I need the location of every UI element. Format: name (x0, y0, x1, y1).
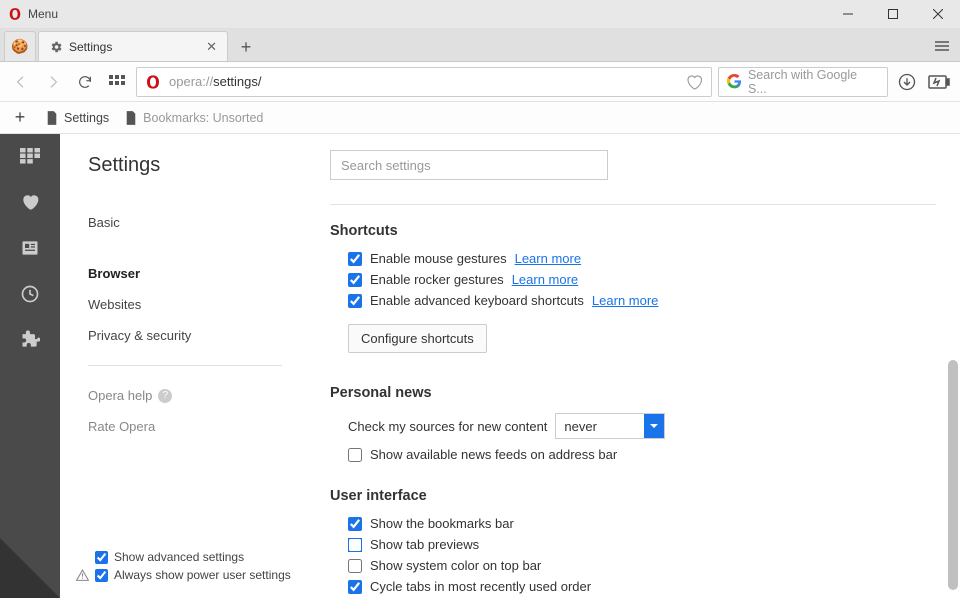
extensions-sidebar-icon[interactable] (20, 330, 40, 350)
page-icon (46, 111, 58, 125)
page-icon (125, 111, 137, 125)
learn-more-link[interactable]: Learn more (512, 272, 578, 287)
checkbox-keyboard-shortcuts[interactable]: Enable advanced keyboard shortcuts Learn… (348, 293, 936, 308)
speed-dial-sidebar-icon[interactable] (20, 146, 40, 166)
help-icon: ? (158, 389, 172, 403)
checkbox-tab-previews[interactable]: Show tab previews (348, 537, 936, 552)
opera-icon (145, 74, 161, 90)
configure-shortcuts-button[interactable]: Configure shortcuts (348, 324, 487, 353)
settings-content: Shortcuts Enable mouse gestures Learn mo… (310, 134, 960, 598)
learn-more-link[interactable]: Learn more (592, 293, 658, 308)
history-sidebar-icon[interactable] (20, 284, 40, 304)
title-bar: Menu (0, 0, 960, 28)
search-field[interactable]: Search with Google S... (718, 67, 888, 97)
checkbox-mouse-gestures[interactable]: Enable mouse gestures Learn more (348, 251, 936, 266)
bookmark-heart-icon[interactable] (685, 73, 703, 91)
sidebar-decoration (0, 538, 60, 598)
search-settings-input[interactable] (330, 150, 608, 180)
tab-close-icon[interactable]: ✕ (206, 39, 217, 55)
new-tab-button[interactable]: + (232, 33, 260, 61)
bookmarks-bar: + Settings Bookmarks: Unsorted (0, 102, 960, 134)
learn-more-link[interactable]: Learn more (515, 251, 581, 266)
downloads-button[interactable] (894, 69, 920, 95)
nav-browser[interactable]: Browser (88, 258, 310, 289)
speed-dial-button[interactable] (104, 69, 130, 95)
check-sources-select[interactable]: never (555, 413, 665, 439)
maximize-button[interactable] (870, 0, 915, 28)
tab-strip: 🍪 Settings ✕ + (0, 28, 960, 62)
page-title: Settings (88, 154, 310, 177)
window-title: Menu (28, 7, 825, 21)
check-sources-label: Check my sources for new content (348, 419, 547, 434)
news-sidebar-icon[interactable] (20, 238, 40, 258)
checkbox-rocker-gestures[interactable]: Enable rocker gestures Learn more (348, 272, 936, 287)
url-field[interactable]: opera://settings/ (136, 67, 712, 97)
section-shortcuts-title: Shortcuts (330, 223, 936, 239)
tab-settings[interactable]: Settings ✕ (38, 31, 228, 61)
reload-button[interactable] (72, 69, 98, 95)
checkbox-bookmarks-bar[interactable]: Show the bookmarks bar (348, 516, 936, 531)
section-news-title: Personal news (330, 385, 936, 401)
pinned-tab[interactable]: 🍪 (4, 31, 36, 61)
minimize-button[interactable] (825, 0, 870, 28)
opera-logo-icon (8, 7, 22, 21)
address-bar: opera://settings/ Search with Google S..… (0, 62, 960, 102)
bookmark-item-settings[interactable]: Settings (46, 111, 109, 125)
scrollbar[interactable] (948, 360, 958, 590)
show-power-user-checkbox[interactable]: Always show power user settings (76, 568, 298, 582)
section-ui-title: User interface (330, 488, 936, 504)
show-advanced-checkbox[interactable]: Show advanced settings (76, 550, 298, 564)
bookmark-item-unsorted[interactable]: Bookmarks: Unsorted (125, 111, 263, 125)
warning-icon (76, 569, 89, 582)
tab-menu-button[interactable] (924, 31, 960, 61)
sidebar (0, 134, 60, 598)
nav-websites[interactable]: Websites (88, 289, 310, 320)
search-placeholder: Search with Google S... (748, 68, 879, 96)
checkbox-system-color[interactable]: Show system color on top bar (348, 558, 936, 573)
url-path: settings/ (213, 74, 261, 89)
add-bookmark-button[interactable]: + (10, 107, 30, 128)
tab-label: Settings (69, 40, 112, 54)
nav-privacy[interactable]: Privacy & security (88, 320, 310, 351)
settings-nav: Settings Basic Browser Websites Privacy … (60, 134, 310, 598)
battery-button[interactable] (926, 69, 952, 95)
nav-rate[interactable]: Rate Opera (88, 411, 310, 442)
google-icon (727, 74, 742, 89)
forward-button[interactable] (40, 69, 66, 95)
url-scheme: opera:// (169, 74, 213, 89)
gear-icon (49, 40, 63, 54)
nav-basic[interactable]: Basic (88, 207, 310, 238)
main-area: Settings Basic Browser Websites Privacy … (0, 134, 960, 598)
back-button[interactable] (8, 69, 34, 95)
close-window-button[interactable] (915, 0, 960, 28)
checkbox-news-feeds[interactable]: Show available news feeds on address bar (348, 447, 936, 462)
bookmarks-sidebar-icon[interactable] (20, 192, 40, 212)
nav-help[interactable]: Opera help? (88, 380, 310, 411)
chevron-down-icon (644, 414, 664, 438)
checkbox-cycle-tabs[interactable]: Cycle tabs in most recently used order (348, 579, 936, 594)
